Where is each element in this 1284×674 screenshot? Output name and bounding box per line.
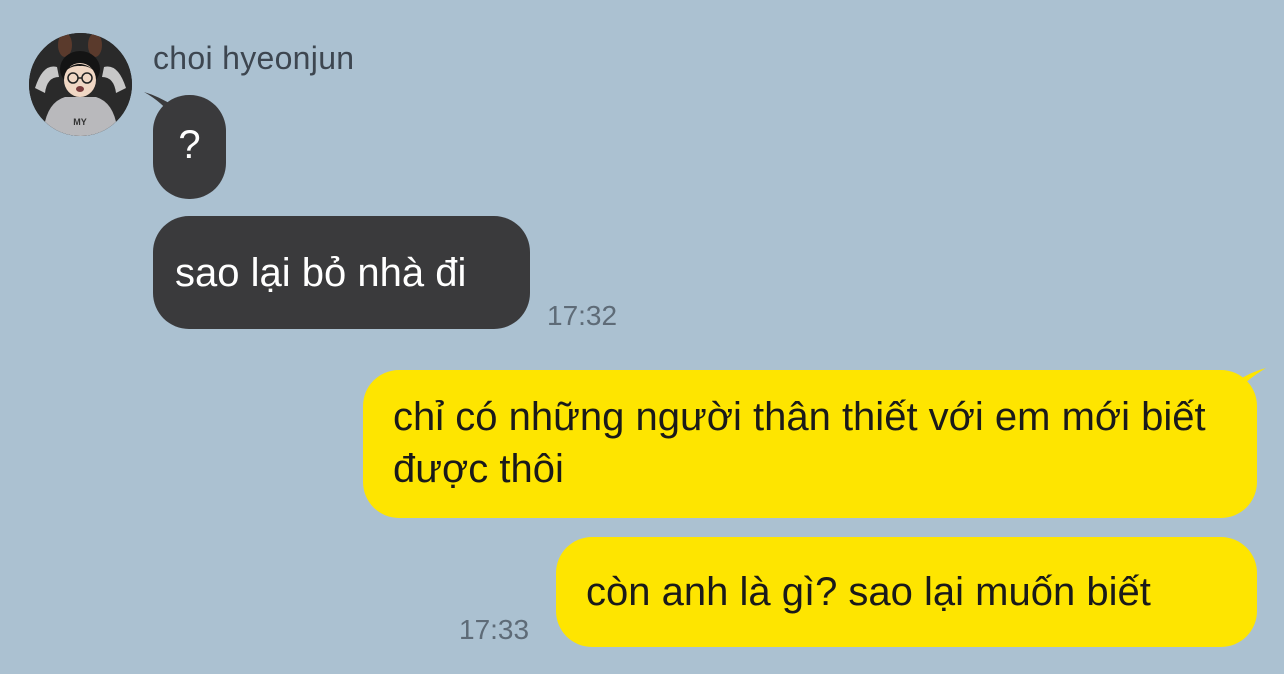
message-timestamp: 17:32 — [547, 300, 618, 331]
message-text: sao lại bỏ nhà đi — [175, 250, 467, 295]
message-bubble[interactable]: chỉ có những người thân thiết với em mới… — [363, 370, 1257, 518]
message-bubble[interactable]: còn anh là gì? sao lại muốn biết — [556, 537, 1257, 647]
contact-avatar[interactable]: MY — [29, 33, 132, 136]
message-text: chỉ có những người thân thiết với em mới… — [393, 395, 1206, 491]
message-bubble[interactable]: sao lại bỏ nhà đi — [153, 216, 530, 329]
chat-window: MY choi hyeonjun ? sao lại bỏ nhà đi 17:… — [0, 0, 1284, 674]
message-timestamp: 17:33 — [459, 614, 530, 645]
sender-name: choi hyeonjun — [153, 40, 355, 76]
avatar-photo: MY — [29, 33, 132, 136]
message-text: còn anh là gì? sao lại muốn biết — [586, 570, 1151, 614]
message-text: ? — [178, 123, 201, 167]
message-bubble[interactable]: ? — [153, 95, 226, 199]
svg-text:MY: MY — [73, 117, 87, 127]
